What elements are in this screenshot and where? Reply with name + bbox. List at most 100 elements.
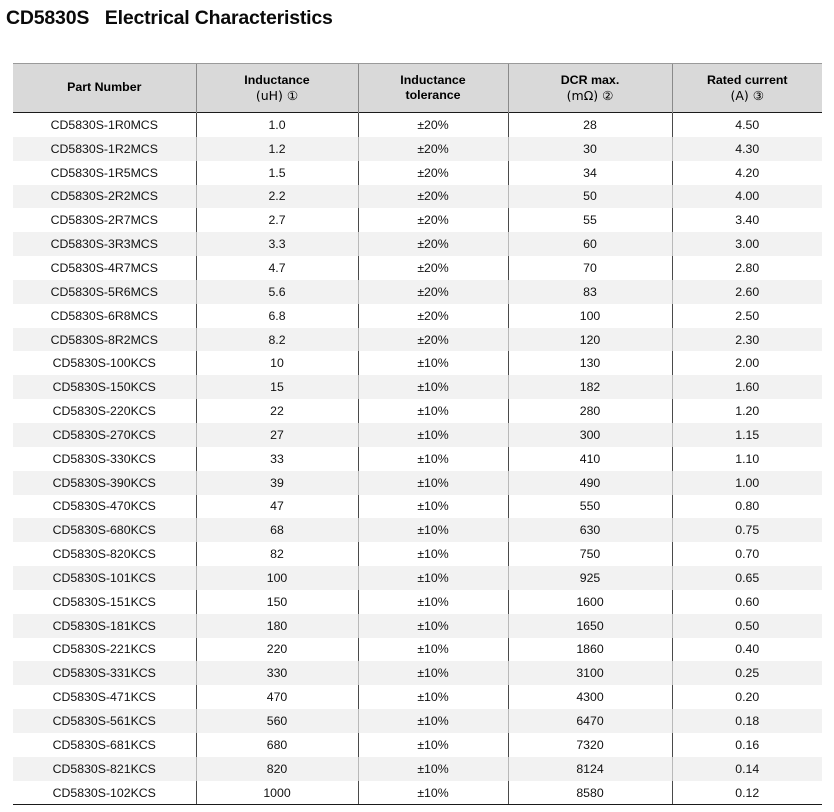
table-row: CD5830S-1R0MCS 1.0 ±20% 28 4.50 (13, 112, 822, 137)
column-header-line1: DCR max. (560, 72, 620, 87)
column-header-line2: (uH) ① (255, 88, 299, 103)
cell-inductance-tolerance: ±20% (357, 327, 508, 352)
cell-inductance-tolerance: ±10% (357, 756, 508, 781)
cell-dcr-max: 300 (507, 422, 672, 447)
cell-part-number: CD5830S-151KCS (52, 594, 156, 609)
cell-inductance: 22 (195, 399, 358, 423)
cell-dcr-max: 4300 (507, 685, 672, 710)
cell-inductance: 5.6 (195, 279, 358, 304)
cell-rated-current: 2.30 (671, 327, 822, 352)
cell-rated-current: 2.60 (671, 279, 822, 304)
column-header-dcr-max: DCR max. (mΩ) ② (507, 63, 672, 113)
cell-inductance: 10 (195, 351, 358, 376)
cell-rated-current: 4.30 (671, 136, 822, 161)
cell-inductance: 820 (195, 756, 358, 781)
cell-part-number: CD5830S-2R7MCS (50, 213, 158, 228)
cell-part-number: CD5830S-331KCS (13, 661, 196, 686)
table-row: CD5830S-1R5MCS 1.5 ±20% 34 4.20 (13, 160, 822, 185)
column-header-line2: tolerance (405, 88, 461, 102)
cell-part-number: CD5830S-4R7MCS (50, 260, 158, 275)
cell-inductance-tolerance: ±20% (357, 160, 508, 185)
cell-inductance-tolerance: ±20% (357, 303, 508, 328)
cell-part-number: CD5830S-2R2MCS (13, 184, 196, 209)
column-header-inductance-tolerance: Inductance tolerance (357, 63, 508, 113)
cell-inductance: 15 (195, 375, 358, 400)
cell-inductance: 1000 (195, 780, 358, 806)
table-row: CD5830S-221KCS 220 ±10% 1860 0.40 (13, 637, 822, 662)
cell-inductance-tolerance: ±10% (357, 399, 508, 423)
cell-part-number: CD5830S-150KCS (13, 375, 196, 400)
cell-part-number: CD5830S-820KCS (52, 547, 156, 562)
cell-dcr-max: 182 (507, 375, 672, 400)
cell-dcr-max: 280 (507, 399, 672, 423)
cell-inductance-tolerance: ±10% (357, 375, 508, 400)
cell-inductance-tolerance: ±20% (357, 136, 508, 161)
cell-rated-current: 0.25 (671, 661, 822, 686)
datasheet-page: CD5830S Electrical Characteristics Part … (0, 0, 834, 812)
table-row: CD5830S-2R7MCS 2.7 ±20% 55 3.40 (13, 208, 822, 233)
cell-inductance: 68 (195, 518, 358, 543)
cell-dcr-max: 30 (507, 136, 672, 161)
column-header-line1: Inductance (400, 72, 466, 87)
cell-part-number: CD5830S-470KCS (52, 499, 156, 514)
table-row: CD5830S-821KCS 820 ±10% 8124 0.14 (13, 756, 822, 781)
column-header-line1: Rated current (706, 72, 788, 87)
table-row: CD5830S-151KCS 150 ±10% 1600 0.60 (13, 589, 822, 614)
cell-rated-current: 0.40 (671, 637, 822, 662)
table-row: CD5830S-331KCS 330 ±10% 3100 0.25 (13, 661, 822, 686)
cell-part-number: CD5830S-102KCS (13, 780, 196, 806)
cell-inductance-tolerance: ±10% (357, 422, 508, 447)
cell-inductance: 4.7 (195, 256, 358, 280)
cell-inductance-tolerance: ±10% (357, 685, 508, 710)
table-row: CD5830S-6R8MCS 6.8 ±20% 100 2.50 (13, 303, 822, 328)
cell-inductance-tolerance: ±10% (357, 542, 508, 567)
table-header-row: Part Number Inductance (uH) ① Inductance… (13, 63, 822, 113)
cell-inductance-tolerance: ±20% (357, 232, 508, 257)
cell-inductance-tolerance: ±20% (357, 184, 508, 209)
cell-dcr-max: 750 (507, 542, 672, 567)
cell-inductance-tolerance: ±10% (357, 446, 508, 471)
column-header-line2: (A) ③ (730, 88, 764, 103)
cell-inductance: 1.0 (195, 112, 358, 137)
table-body: CD5830S-1R0MCS 1.0 ±20% 28 4.50 CD5830S-1R2MC… (13, 112, 822, 806)
cell-inductance-tolerance: ±20% (357, 279, 508, 304)
table-row: CD5830S-3R3MCS 3.3 ±20% 60 3.00 (13, 232, 822, 257)
cell-dcr-max: 130 (507, 351, 672, 376)
cell-rated-current: 4.50 (671, 112, 822, 137)
column-header-inductance: Inductance (uH) ① (195, 63, 358, 113)
cell-dcr-max: 100 (507, 303, 672, 328)
cell-part-number: CD5830S-181KCS (13, 613, 196, 638)
cell-part-number: CD5830S-561KCS (13, 709, 196, 733)
cell-part-number: CD5830S-270KCS (13, 422, 196, 447)
cell-dcr-max: 50 (507, 184, 672, 209)
cell-dcr-max: 6470 (507, 709, 672, 733)
cell-rated-current: 1.15 (671, 422, 822, 447)
cell-inductance-tolerance: ±20% (357, 256, 508, 280)
cell-part-number: CD5830S-330KCS (52, 451, 156, 466)
cell-part-number: CD5830S-101KCS (13, 566, 196, 590)
electrical-characteristics-table: Part Number Inductance (uH) ① Inductance… (13, 63, 822, 806)
column-header-line1: Part Number (67, 80, 142, 95)
cell-inductance: 1.5 (195, 160, 358, 185)
cell-inductance-tolerance: ±10% (357, 637, 508, 662)
cell-dcr-max: 70 (507, 256, 672, 280)
column-header-line1: Inductance (244, 72, 310, 87)
cell-dcr-max: 8580 (507, 780, 672, 806)
table-row: CD5830S-4R7MCS 4.7 ±20% 70 2.80 (13, 256, 822, 280)
cell-rated-current: 0.80 (671, 494, 822, 519)
cell-dcr-max: 410 (507, 446, 672, 471)
table-header: Part Number Inductance (uH) ① Inductance… (13, 63, 822, 113)
table-row: CD5830S-330KCS 33 ±10% 410 1.10 (13, 446, 822, 471)
cell-rated-current: 0.18 (671, 709, 822, 733)
cell-inductance: 680 (195, 732, 358, 757)
table-row: CD5830S-390KCS 39 ±10% 490 1.00 (13, 470, 822, 495)
cell-dcr-max: 34 (507, 160, 672, 185)
cell-inductance: 2.2 (195, 184, 358, 209)
table-row: CD5830S-681KCS 680 ±10% 7320 0.16 (13, 732, 822, 757)
table-row: CD5830S-680KCS 68 ±10% 630 0.75 (13, 518, 822, 543)
cell-inductance: 1.2 (195, 136, 358, 161)
cell-inductance: 47 (195, 494, 358, 519)
cell-inductance-tolerance: ±10% (357, 661, 508, 686)
cell-dcr-max: 55 (507, 208, 672, 233)
cell-part-number: CD5830S-3R3MCS (13, 232, 196, 257)
